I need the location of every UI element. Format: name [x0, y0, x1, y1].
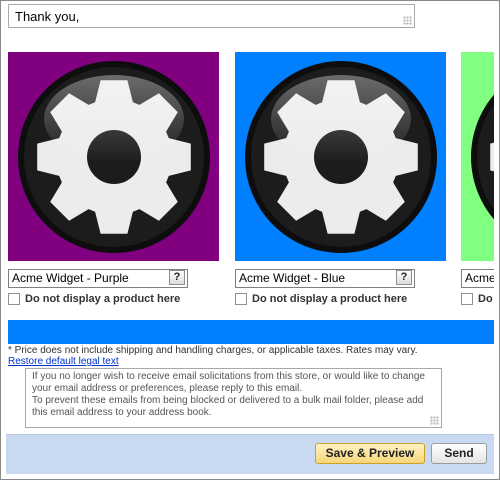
product-image — [8, 52, 219, 261]
product-image — [461, 52, 494, 261]
gear-icon — [17, 60, 210, 253]
help-button[interactable]: ? — [396, 270, 412, 285]
gear-icon — [244, 60, 437, 253]
product-name-input[interactable]: Acme Widget - Purple — [8, 269, 188, 288]
resize-grip-icon[interactable] — [430, 416, 439, 425]
price-disclaimer: * Price does not include shipping and ha… — [8, 345, 418, 356]
message-text: Thank you, — [15, 9, 80, 24]
footer-bar: Save & Preview Send — [6, 434, 494, 474]
resize-grip-icon[interactable] — [403, 16, 412, 25]
product-image — [235, 52, 446, 261]
send-button[interactable]: Send — [431, 443, 487, 464]
save-preview-button[interactable]: Save & Preview — [315, 443, 425, 464]
legal-paragraph: To prevent these emails from being block… — [32, 395, 424, 418]
product-card-purple: Acme Widget - Purple ? Do not display a … — [8, 52, 219, 306]
legal-paragraph: If you no longer wish to receive email s… — [32, 371, 425, 394]
hide-product-label: Do not display a product here — [252, 293, 408, 305]
product-card-blue: Acme Widget - Blue ? Do not display a pr… — [235, 52, 446, 306]
product-name-input[interactable]: Acme Widget - Green — [461, 269, 494, 288]
product-name-input[interactable]: Acme Widget - Blue — [235, 269, 415, 288]
hide-product-label: Do not display a product here — [478, 293, 494, 305]
gear-icon — [470, 93, 494, 220]
hide-product-checkbox[interactable] — [235, 293, 247, 305]
message-textarea[interactable]: Thank you, — [8, 4, 415, 28]
accent-bar — [8, 320, 494, 344]
legal-textarea[interactable]: If you no longer wish to receive email s… — [25, 368, 442, 428]
product-strip: Acme Widget - Purple ? Do not display a … — [8, 52, 494, 312]
restore-legal-link[interactable]: Restore default legal text — [8, 356, 119, 367]
product-card-green: Acme Widget - Green ? Do not display a p… — [461, 52, 494, 306]
hide-product-checkbox[interactable] — [461, 293, 473, 305]
hide-product-checkbox[interactable] — [8, 293, 20, 305]
help-button[interactable]: ? — [169, 270, 185, 285]
hide-product-label: Do not display a product here — [25, 293, 181, 305]
